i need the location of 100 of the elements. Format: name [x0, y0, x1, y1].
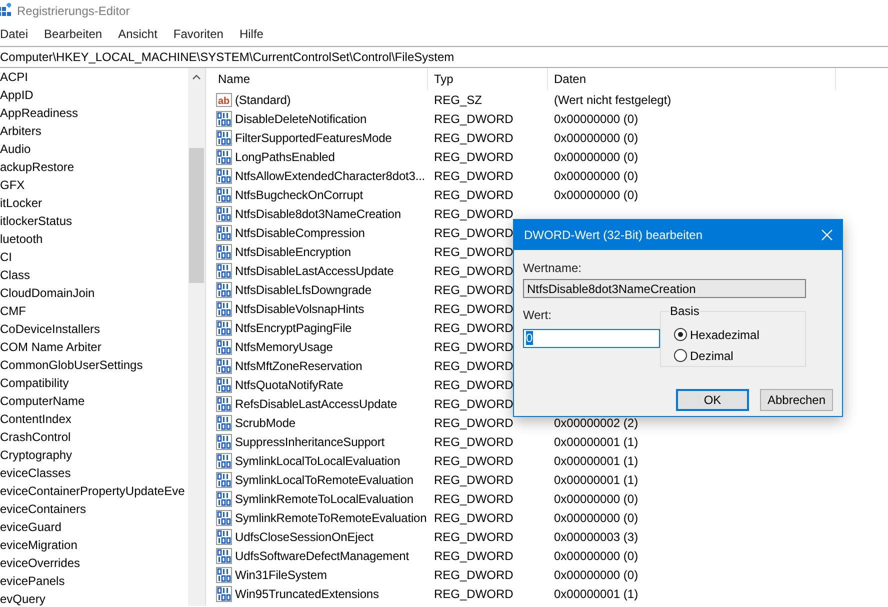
- column-header[interactable]: Daten: [548, 68, 836, 90]
- value-name[interactable]: UdfsSoftwareDefectManagement: [235, 548, 409, 562]
- value-name[interactable]: NtfsDisableLfsDowngrade: [235, 282, 372, 296]
- value-name[interactable]: NtfsBugcheckOnCorrupt: [235, 188, 363, 202]
- tree-item[interactable]: eviceClasses: [0, 464, 188, 482]
- value-name[interactable]: FilterSupportedFeaturesMode: [235, 130, 392, 144]
- tree-item[interactable]: CoDeviceInstallers: [0, 320, 188, 338]
- column-header[interactable]: Name: [212, 68, 428, 90]
- tree-item[interactable]: itlockerStatus: [0, 212, 188, 230]
- dialog-button[interactable]: Abbrechen: [760, 389, 833, 411]
- tree-item[interactable]: ComputerName: [0, 392, 188, 410]
- tree-item[interactable]: Compatibility: [0, 374, 188, 392]
- menu-item[interactable]: Datei: [0, 27, 28, 41]
- tree-item[interactable]: luetooth: [0, 230, 188, 248]
- value-data: 0x00000002 (2): [554, 416, 638, 430]
- value-type: REG_DWORD: [434, 548, 514, 562]
- tree-item[interactable]: ContentIndex: [0, 410, 188, 428]
- tree-item[interactable]: AppReadiness: [0, 104, 188, 122]
- tree-item[interactable]: Cryptography: [0, 446, 188, 464]
- scrollbar[interactable]: [188, 68, 205, 606]
- value-name[interactable]: NtfsDisableVolsnapHints: [235, 302, 364, 316]
- radio-option[interactable]: Dezimal: [674, 345, 805, 366]
- close-icon[interactable]: [821, 229, 833, 241]
- radio-option[interactable]: Hexadezimal: [674, 324, 805, 345]
- menu-item[interactable]: Bearbeiten: [44, 27, 102, 41]
- value-name[interactable]: LongPathsEnabled: [235, 150, 335, 164]
- value-name[interactable]: SymlinkLocalToLocalEvaluation: [235, 454, 400, 468]
- value-name[interactable]: (Standard): [235, 92, 291, 106]
- address-bar[interactable]: Computer\HKEY_LOCAL_MACHINE\SYSTEM\CurrentControlSet\Control\FileSystem: [0, 46, 888, 68]
- value-name[interactable]: NtfsEncryptPagingFile: [235, 320, 352, 334]
- tree-item[interactable]: COM Name Arbiter: [0, 338, 188, 356]
- tree-item[interactable]: Arbiters: [0, 122, 188, 140]
- radio-button[interactable]: [674, 328, 687, 341]
- value-name[interactable]: DisableDeleteNotification: [235, 112, 367, 126]
- tree-item[interactable]: itLocker: [0, 194, 188, 212]
- value-name[interactable]: RefsDisableLastAccessUpdate: [235, 396, 398, 410]
- value-name[interactable]: Win95TruncatedExtensions: [235, 586, 379, 600]
- tree-item[interactable]: Audio: [0, 140, 188, 158]
- menu-item[interactable]: Hilfe: [239, 27, 264, 41]
- tree-item[interactable]: ACPI: [0, 68, 188, 86]
- value-name[interactable]: NtfsDisableLastAccessUpdate: [235, 264, 394, 278]
- value-type: REG_DWORD: [434, 150, 514, 164]
- tree-item[interactable]: eviceOverrides: [0, 554, 188, 572]
- tree-item[interactable]: AppID: [0, 86, 188, 104]
- value-name[interactable]: UdfsCloseSessionOnEject: [235, 530, 374, 544]
- binary-value-icon: [216, 528, 232, 544]
- value-name[interactable]: NtfsDisableEncryption: [235, 244, 351, 258]
- value-type: REG_DWORD: [434, 378, 514, 392]
- value-name[interactable]: NtfsAllowExtendedCharacter8dot3...: [235, 168, 426, 182]
- tree-item[interactable]: Class: [0, 266, 188, 284]
- tree-item[interactable]: CMF: [0, 302, 188, 320]
- binary-value-icon: [216, 244, 232, 260]
- tree-item[interactable]: CloudDomainJoin: [0, 284, 188, 302]
- tree-item[interactable]: evicePanels: [0, 572, 188, 590]
- radio-button[interactable]: [674, 349, 687, 362]
- tree-item[interactable]: eviceContainers: [0, 500, 188, 518]
- value-name[interactable]: SymlinkRemoteToLocalEvaluation: [235, 492, 414, 506]
- column-header[interactable]: Typ: [428, 68, 548, 90]
- menu-item[interactable]: Ansicht: [118, 27, 158, 41]
- scroll-thumb[interactable]: [189, 148, 204, 283]
- value-data: 0x00000000 (0): [554, 568, 638, 582]
- value-data: 0x00000001 (1): [554, 454, 638, 468]
- value-name[interactable]: SuppressInheritanceSupport: [235, 434, 384, 448]
- tree-item[interactable]: GFX: [0, 176, 188, 194]
- value-type: REG_DWORD: [434, 568, 514, 582]
- value-type: REG_DWORD: [434, 226, 514, 240]
- value-name[interactable]: NtfsDisable8dot3NameCreation: [235, 206, 401, 220]
- value-type: REG_DWORD: [434, 206, 514, 220]
- binary-value-icon: [216, 338, 232, 354]
- value-type: REG_DWORD: [434, 130, 514, 144]
- value-type: REG_DWORD: [434, 340, 514, 354]
- value-data: 0x00000001 (1): [554, 434, 638, 448]
- window-title: Registrierungs-Editor: [17, 4, 130, 18]
- binary-value-icon: [216, 586, 232, 602]
- value-name[interactable]: NtfsDisableCompression: [235, 226, 365, 240]
- value-field[interactable]: 0: [523, 329, 660, 348]
- menu-item[interactable]: Favoriten: [173, 27, 224, 41]
- value-name[interactable]: NtfsMemoryUsage: [235, 340, 333, 354]
- value-name[interactable]: SymlinkRemoteToRemoteEvaluation: [235, 510, 427, 524]
- value-name[interactable]: SymlinkLocalToRemoteEvaluation: [235, 472, 414, 486]
- value-name[interactable]: NtfsQuotaNotifyRate: [235, 378, 344, 392]
- value-data: 0x00000001 (1): [554, 586, 638, 600]
- value-name[interactable]: Win31FileSystem: [235, 568, 327, 582]
- binary-value-icon: [216, 148, 232, 164]
- tree-item[interactable]: eviceGuard: [0, 518, 188, 536]
- tree-item[interactable]: ackupRestore: [0, 158, 188, 176]
- value-type: REG_DWORD: [434, 112, 514, 126]
- tree-item[interactable]: eviceMigration: [0, 536, 188, 554]
- tree-item[interactable]: evQuery: [0, 590, 188, 606]
- tree-item[interactable]: eviceContainerPropertyUpdateEve: [0, 482, 188, 500]
- value-name-field[interactable]: NtfsDisable8dot3NameCreation: [523, 279, 806, 298]
- value-name[interactable]: NtfsMftZoneReservation: [235, 358, 362, 372]
- value-type: REG_DWORD: [434, 244, 514, 258]
- tree-item[interactable]: CrashControl: [0, 428, 188, 446]
- scroll-up-icon[interactable]: [192, 74, 201, 80]
- binary-value-icon: [216, 168, 232, 184]
- dialog-button[interactable]: OK: [676, 389, 749, 411]
- value-name[interactable]: ScrubMode: [235, 416, 296, 430]
- tree-item[interactable]: CI: [0, 248, 188, 266]
- tree-item[interactable]: CommonGlobUserSettings: [0, 356, 188, 374]
